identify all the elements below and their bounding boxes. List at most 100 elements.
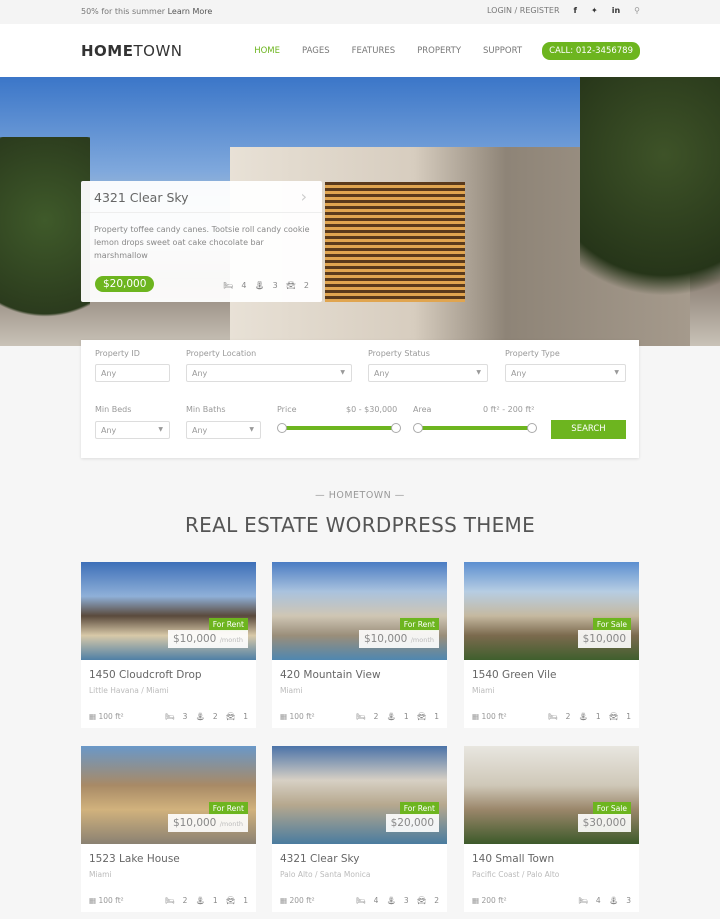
search-button[interactable]: SEARCH xyxy=(551,420,626,439)
bath-icon: ⛲︎ xyxy=(386,712,396,721)
property-name[interactable]: 4321 Clear Sky xyxy=(280,853,359,865)
promo-text: 50% for this summer Learn More xyxy=(81,7,213,16)
property-location: Miami xyxy=(89,870,112,879)
price-tag: $10,000 /month xyxy=(167,630,248,648)
slider-handle-min[interactable] xyxy=(413,423,423,433)
property-features: 🛏︎ 2 ⛲︎ 1 🚘︎ 1 xyxy=(548,712,631,721)
min-beds-label: Min Beds xyxy=(95,405,132,414)
main-nav: HOME PAGES FEATURES PROPERTY SUPPORT CAL… xyxy=(254,42,640,60)
caret-down-icon: ▼ xyxy=(158,426,163,433)
property-name[interactable]: 1540 Green Vile xyxy=(472,669,556,681)
type-label: Property Type xyxy=(505,349,560,358)
price-tag: $30,000 xyxy=(577,814,631,832)
learn-more-link[interactable]: Learn More xyxy=(168,7,213,16)
car-icon: 🚘︎ xyxy=(416,712,427,721)
car-icon: 🚘︎ xyxy=(416,896,427,905)
property-name[interactable]: 140 Small Town xyxy=(472,853,554,865)
area-slider[interactable] xyxy=(413,423,537,433)
car-icon: 🚘︎ xyxy=(285,281,296,290)
hero-window xyxy=(325,182,465,302)
property-card[interactable]: For Sale $30,000 140 Small Town Pacific … xyxy=(464,746,639,912)
price-tag: $10,000 /month xyxy=(358,630,439,648)
bath-icon: ⛲︎ xyxy=(254,281,265,290)
price-label: Price xyxy=(277,405,297,414)
slider-handle-min[interactable] xyxy=(277,423,287,433)
type-select[interactable]: Any ▼ xyxy=(505,364,626,382)
property-features: 🛏︎ 2 ⛲︎ 1 🚘︎ 1 xyxy=(165,896,248,905)
status-label: Property Status xyxy=(368,349,430,358)
property-area: ▦ 200 ft² xyxy=(280,896,315,905)
floorplan-icon: ▦ xyxy=(89,896,97,905)
property-name[interactable]: 420 Mountain View xyxy=(280,669,381,681)
logo[interactable]: HOMETOWN xyxy=(81,42,183,60)
nav-pages[interactable]: PAGES xyxy=(302,46,330,56)
bath-icon: ⛲︎ xyxy=(608,896,619,905)
property-area: ▦ 100 ft² xyxy=(472,712,507,721)
price-tag: $10,000 /month xyxy=(167,814,248,832)
property-area: ▦ 100 ft² xyxy=(89,712,124,721)
bed-icon: 🛏︎ xyxy=(578,896,588,905)
tree-left xyxy=(0,137,90,346)
linkedin-icon[interactable]: in xyxy=(612,6,620,15)
property-location: Pacific Coast / Palo Alto xyxy=(472,870,560,879)
section-title: REAL ESTATE WORDPRESS THEME xyxy=(184,513,536,537)
login-register-link[interactable]: LOGIN / REGISTER xyxy=(487,6,560,15)
property-location: Miami xyxy=(280,686,303,695)
car-icon: 🚘︎ xyxy=(608,712,619,721)
floorplan-icon: ▦ xyxy=(280,712,288,721)
divider xyxy=(81,212,322,213)
nav-home[interactable]: HOME xyxy=(254,46,280,56)
caret-down-icon: ▼ xyxy=(249,426,254,433)
property-name[interactable]: 1450 Cloudcroft Drop xyxy=(89,669,202,681)
property-features: 🛏︎ 4 ⛲︎ 3 🚘︎ 2 xyxy=(356,896,439,905)
caret-down-icon: ▼ xyxy=(476,369,481,376)
price-tag: $20,000 xyxy=(385,814,439,832)
price-range: $0 - $30,000 xyxy=(346,405,398,414)
status-select[interactable]: Any ▼ xyxy=(368,364,488,382)
call-button[interactable]: CALL: 012-3456789 xyxy=(542,42,640,60)
property-area: ▦ 100 ft² xyxy=(89,896,124,905)
search-icon[interactable]: ⚲ xyxy=(634,6,640,15)
hero-property-card[interactable]: 4321 Clear Sky › Property toffee candy c… xyxy=(81,181,322,302)
property-card[interactable]: For Rent $10,000 /month 1450 Cloudcroft … xyxy=(81,562,256,728)
floorplan-icon: ▦ xyxy=(89,712,97,721)
property-area: ▦ 100 ft² xyxy=(280,712,315,721)
twitter-icon[interactable]: ✦ xyxy=(591,6,598,15)
property-area: ▦ 200 ft² xyxy=(472,896,507,905)
nav-property[interactable]: PROPERTY xyxy=(417,46,461,56)
min-baths-select[interactable]: Any ▼ xyxy=(186,421,261,439)
hero-price-badge: $20,000 xyxy=(95,276,155,292)
bed-icon: 🛏︎ xyxy=(356,896,366,905)
area-label: Area xyxy=(413,405,432,414)
price-slider[interactable] xyxy=(277,423,401,433)
bed-icon: 🛏︎ xyxy=(223,281,234,290)
nav-features[interactable]: FEATURES xyxy=(352,46,396,56)
property-id-label: Property ID xyxy=(95,349,140,358)
hero-title: 4321 Clear Sky xyxy=(94,190,189,205)
property-card[interactable]: For Rent $10,000 /month 1523 Lake House … xyxy=(81,746,256,912)
property-name[interactable]: 1523 Lake House xyxy=(89,853,180,865)
section-kicker: — HOMETOWN — xyxy=(315,490,405,501)
property-location: Palo Alto / Santa Monica xyxy=(280,870,371,879)
location-select[interactable]: Any ▼ xyxy=(186,364,352,382)
slider-handle-max[interactable] xyxy=(527,423,537,433)
property-card[interactable]: For Rent $20,000 4321 Clear Sky Palo Alt… xyxy=(272,746,447,912)
facebook-icon[interactable]: f xyxy=(574,6,577,15)
nav-support[interactable]: SUPPORT xyxy=(483,46,522,56)
property-card[interactable]: For Rent $10,000 /month 420 Mountain Vie… xyxy=(272,562,447,728)
min-beds-select[interactable]: Any ▼ xyxy=(95,421,170,439)
floorplan-icon: ▦ xyxy=(472,896,480,905)
bath-icon: ⛲︎ xyxy=(195,896,205,905)
property-id-input[interactable]: Any xyxy=(95,364,170,382)
property-features: 🛏︎ 2 ⛲︎ 1 🚘︎ 1 xyxy=(356,712,439,721)
floorplan-icon: ▦ xyxy=(280,896,288,905)
hero-features: 🛏︎ 4 ⛲︎ 3 🚘︎ 2 xyxy=(223,281,309,290)
area-range: 0 ft² - 200 ft² xyxy=(483,405,535,414)
car-icon: 🚘︎ xyxy=(225,712,236,721)
bed-icon: 🛏︎ xyxy=(165,896,175,905)
caret-down-icon: ▼ xyxy=(614,369,619,376)
price-tag: $10,000 xyxy=(577,630,631,648)
property-card[interactable]: For Sale $10,000 1540 Green Vile Miami ▦… xyxy=(464,562,639,728)
slider-handle-max[interactable] xyxy=(391,423,401,433)
chevron-right-icon[interactable]: › xyxy=(301,187,307,206)
